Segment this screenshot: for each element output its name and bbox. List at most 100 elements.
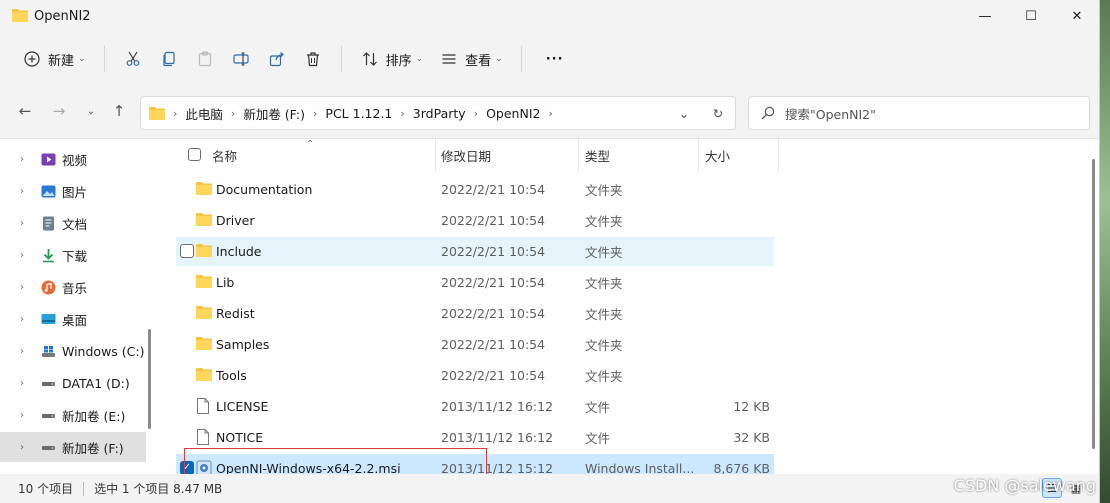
cut-button[interactable]: [115, 41, 151, 77]
chevron-right-icon[interactable]: ›: [20, 346, 34, 357]
chevron-right-icon[interactable]: ›: [548, 107, 552, 120]
file-list-scrollbar[interactable]: [1088, 139, 1099, 475]
file-row[interactable]: Driver 2022/2/21 10:54 文件夹: [176, 206, 774, 235]
paste-icon: [195, 49, 215, 69]
file-row[interactable]: LICENSE 2013/11/12 16:12 文件 12 KB: [176, 392, 774, 421]
breadcrumb-item[interactable]: 新加卷 (F:): [243, 104, 305, 123]
view-button[interactable]: 查看 ⌄: [431, 41, 511, 77]
file-date: 2022/2/21 10:54: [441, 244, 546, 259]
breadcrumb-item[interactable]: PCL 1.12.1: [325, 106, 392, 121]
file-row[interactable]: Redist 2022/2/21 10:54 文件夹: [176, 299, 774, 328]
file-row[interactable]: Lib 2022/2/21 10:54 文件夹: [176, 268, 774, 297]
chevron-right-icon[interactable]: ›: [313, 107, 317, 120]
column-date-header[interactable]: 修改日期: [436, 139, 579, 171]
divider: [340, 46, 342, 72]
recent-locations-button[interactable]: ⌄: [80, 100, 102, 122]
paste-button[interactable]: [187, 41, 223, 77]
sort-button[interactable]: 排序 ⌄: [352, 41, 432, 77]
file-name: Documentation: [216, 182, 313, 197]
rename-button[interactable]: [223, 41, 259, 77]
navigation-pane[interactable]: › 视频 › 图片 › 文档 › 下载 › 音乐 › 桌面 › Windows (C:) › DATA1 (D…: [0, 139, 146, 475]
chevron-right-icon[interactable]: ›: [20, 282, 34, 293]
file-type: 文件夹: [585, 276, 623, 291]
back-button[interactable]: ←: [14, 100, 36, 122]
minimize-button[interactable]: —: [962, 0, 1008, 32]
row-checkbox[interactable]: [180, 244, 194, 258]
select-all-checkbox[interactable]: [188, 148, 201, 161]
video-icon: [40, 151, 56, 167]
sidebar-item[interactable]: › 下载: [0, 240, 146, 270]
more-button[interactable]: ···: [532, 41, 572, 77]
sidebar-item[interactable]: › 文档: [0, 208, 146, 238]
file-date: 2022/2/21 10:54: [441, 337, 546, 352]
breadcrumb-item[interactable]: 此电脑: [185, 104, 223, 123]
chevron-right-icon[interactable]: ›: [400, 107, 404, 120]
chevron-right-icon[interactable]: ›: [231, 107, 235, 120]
chevron-right-icon[interactable]: ›: [20, 410, 34, 421]
file-date: 2022/2/21 10:54: [441, 182, 546, 197]
address-history-button[interactable]: ⌄: [667, 106, 701, 121]
share-icon: [267, 49, 287, 69]
breadcrumb-item[interactable]: 3rdParty: [413, 106, 466, 121]
divider: [520, 46, 522, 72]
column-size-label: 大小: [705, 148, 731, 164]
column-type-label: 类型: [585, 148, 611, 164]
file-list: ⌃ 名称 修改日期 类型 大小 Documentation 2022/2/21 1…: [160, 139, 1099, 483]
chevron-right-icon[interactable]: ›: [20, 186, 34, 197]
chevron-right-icon[interactable]: ›: [474, 107, 478, 120]
sidebar-item[interactable]: › 桌面: [0, 304, 146, 334]
file-row[interactable]: Include 2022/2/21 10:54 文件夹: [176, 237, 774, 266]
sidebar-item[interactable]: › 新加卷 (E:): [0, 400, 146, 430]
sidebar-item[interactable]: › 视频: [0, 144, 146, 174]
file-type: 文件夹: [585, 245, 623, 260]
navigation-scrollbar[interactable]: [148, 329, 151, 429]
scrollbar-thumb[interactable]: [1092, 159, 1095, 449]
divider: [103, 46, 105, 72]
sidebar-item[interactable]: › DATA1 (D:): [0, 368, 146, 398]
sidebar-item-label: 图片: [62, 184, 88, 200]
maximize-button[interactable]: ☐: [1008, 0, 1054, 32]
search-box[interactable]: 搜索"OpenNI2": [748, 96, 1090, 130]
file-name: Lib: [216, 275, 235, 290]
chevron-right-icon[interactable]: ›: [20, 250, 34, 261]
arrow-left-icon: ←: [18, 102, 32, 120]
column-size-header[interactable]: 大小: [699, 139, 779, 171]
file-type: 文件夹: [585, 307, 623, 322]
title-bar[interactable]: OpenNI2 — ☐ ✕: [0, 0, 1099, 32]
chevron-right-icon[interactable]: ›: [20, 378, 34, 389]
chevron-right-icon[interactable]: ›: [20, 314, 34, 325]
view-label: 查看: [465, 53, 492, 69]
chevron-right-icon[interactable]: ›: [20, 154, 34, 165]
file-row[interactable]: Tools 2022/2/21 10:54 文件夹: [176, 361, 774, 390]
sidebar-item[interactable]: › 音乐: [0, 272, 146, 302]
share-button[interactable]: [259, 41, 295, 77]
plus-circle-icon: [22, 49, 42, 69]
selection-info: 选中 1 个项目 8.47 MB: [94, 482, 223, 496]
up-button[interactable]: ↑: [108, 100, 130, 122]
chevron-right-icon[interactable]: ›: [20, 442, 34, 453]
chevron-right-icon[interactable]: ›: [20, 218, 34, 229]
column-name-header[interactable]: ⌃ 名称: [160, 139, 436, 171]
folder-icon: [196, 367, 212, 383]
folder-icon: [12, 8, 28, 25]
breadcrumb-item[interactable]: OpenNI2: [486, 106, 540, 121]
address-bar[interactable]: › 此电脑 › 新加卷 (F:) › PCL 1.12.1 › 3rdParty…: [140, 96, 736, 130]
file-row[interactable]: Samples 2022/2/21 10:54 文件夹: [176, 330, 774, 359]
forward-button[interactable]: →: [48, 100, 70, 122]
sidebar-item[interactable]: › Windows (C:): [0, 336, 146, 366]
file-row[interactable]: Documentation 2022/2/21 10:54 文件夹: [176, 175, 774, 204]
file-explorer-window: OpenNI2 — ☐ ✕ 新建 ⌄ 排序 ⌄ 查看 ⌄ ··· ← → ⌄ ↑…: [0, 0, 1100, 503]
address-row: ← → ⌄ ↑ › 此电脑 › 新加卷 (F:) › PCL 1.12.1 › …: [0, 92, 1099, 132]
close-button[interactable]: ✕: [1054, 0, 1099, 32]
sidebar-item[interactable]: › 新加卷 (F:): [0, 432, 146, 462]
copy-button[interactable]: [151, 41, 187, 77]
column-type-header[interactable]: 类型: [579, 139, 699, 171]
window-title: OpenNI2: [34, 8, 91, 24]
refresh-button[interactable]: ↻: [701, 106, 735, 121]
file-size: 12 KB: [733, 399, 770, 414]
new-button[interactable]: 新建 ⌄: [14, 41, 94, 77]
sidebar-item[interactable]: › 图片: [0, 176, 146, 206]
folder-icon: [149, 106, 165, 120]
delete-button[interactable]: [295, 41, 331, 77]
more-options-icon: ···: [545, 51, 564, 67]
